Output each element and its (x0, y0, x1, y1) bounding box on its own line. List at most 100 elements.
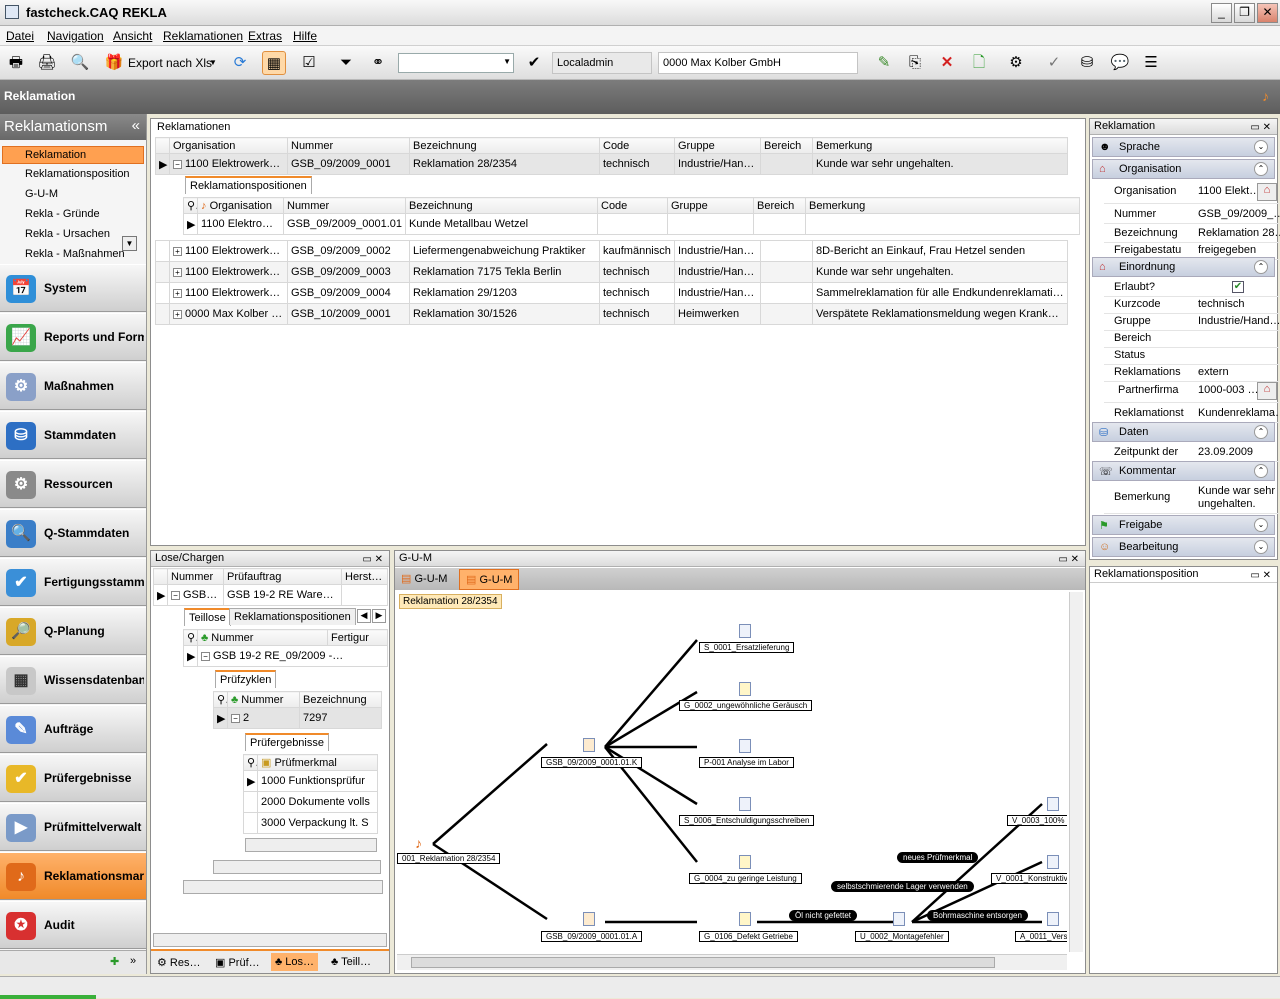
col-bereich[interactable]: Bereich (753, 197, 806, 214)
print-preview-icon[interactable]: 🖨 (35, 51, 59, 75)
col-pruefauftrag[interactable]: Prüfauftrag (223, 568, 342, 585)
table-row[interactable]: ▶ 1100 Elektrow… GSB_09/2009_0001.01 Kunde … (183, 213, 1080, 235)
node-v1[interactable]: V_0001_Konstruktive (991, 873, 1067, 884)
tab-res[interactable]: ⚙ Res… (157, 956, 200, 969)
scrollbar-h[interactable] (397, 954, 1067, 970)
menu-reklamationen[interactable]: Reklamationen (163, 29, 243, 43)
database-icon[interactable]: ⛁ (1075, 51, 1099, 75)
nav-system[interactable]: 📅 System (0, 264, 146, 312)
menu-datei[interactable]: Datei (6, 29, 34, 43)
warning-doc-icon[interactable] (739, 912, 751, 926)
table-row[interactable]: 3000 Verpackung lt. S (243, 812, 378, 834)
col-bezeichnung[interactable]: Bezeichnung (299, 691, 382, 708)
table-row[interactable]: ▶ − GSB 19-2 RE_09/2009 -… (183, 645, 388, 667)
info-doc-icon[interactable] (893, 912, 905, 926)
prop-bemerkung[interactable]: Bemerkung Kunde war sehr ungehalten. (1104, 482, 1279, 514)
erlaubt-checkbox[interactable]: ✔ (1232, 281, 1244, 293)
panel-close-icon[interactable]: ▭ ✕ (1250, 568, 1271, 583)
position-node-icon[interactable] (583, 738, 595, 752)
collapse-icon[interactable]: ⌃ (1254, 425, 1268, 439)
tab-los[interactable]: ♣ Los… (271, 953, 319, 971)
panel-close-icon[interactable]: ▭ ✕ (362, 552, 383, 567)
grid-view-icon[interactable]: ▦ (262, 51, 286, 75)
nav-wissensdatenbank[interactable]: ▦ Wissensdatenban (0, 656, 146, 704)
search-combo[interactable]: ▼ (398, 53, 514, 73)
col-herstellm[interactable]: Herstellm (341, 568, 388, 585)
nav-pruefmittel[interactable]: ▶ Prüfmittelverwalt (0, 803, 146, 851)
menu-hilfe[interactable]: Hilfe (293, 29, 317, 43)
node-s1[interactable]: S_0001_Ersatzlieferung (699, 642, 795, 653)
scroll-down-icon[interactable]: ▼ (122, 236, 137, 251)
sidebar-item-ursachen[interactable]: Rekla - Ursachen (25, 228, 110, 240)
table-row[interactable]: ▶ −1100 Elektrowerk… GSB_09/2009_0001 Rekla… (155, 153, 1068, 175)
warning-doc-icon[interactable] (739, 682, 751, 696)
table-row[interactable]: +0000 Max Kolber … GSB_10/2009_0001 Reklam… (155, 303, 1068, 325)
task-icon[interactable]: ✔ (522, 51, 546, 75)
filter-icon[interactable]: ⏷ (334, 51, 358, 75)
scrollbar-h[interactable] (153, 933, 387, 947)
group-einordnung[interactable]: ⌂ Einordnung ⌃ (1092, 257, 1275, 277)
col-nummer[interactable]: Nummer (287, 137, 410, 154)
node-v3[interactable]: V_0003_100% P (1007, 815, 1067, 826)
col-nummer[interactable]: Nummer (167, 568, 224, 585)
menu-ansicht[interactable]: Ansicht (113, 29, 152, 43)
nav-reklamationsmanagement[interactable]: ♪ Reklamationsmar (0, 852, 146, 900)
nav-q-stammdaten[interactable]: 🔍 Q-Stammdaten (0, 509, 146, 557)
copy-icon[interactable]: ⎘ (903, 51, 927, 75)
prop-reklamationstyp[interactable]: Reklamationst Kundenreklama… (1104, 404, 1280, 423)
col-organisation[interactable]: Organisation (210, 200, 272, 212)
prop-partnerfirma[interactable]: Partnerfirma 1000-003 … ⌂ (1104, 381, 1279, 403)
export-xls-button[interactable]: Export nach Xls (128, 56, 212, 70)
node-g106[interactable]: G_0106_Defekt Getriebe (699, 931, 798, 942)
tab-next-icon[interactable]: ▶ (372, 609, 386, 623)
tab-teillose[interactable]: Teillose (184, 608, 231, 626)
prop-reklamationsart[interactable]: Reklamations extern (1104, 363, 1279, 382)
group-daten[interactable]: ⛁ Daten ⌃ (1092, 422, 1275, 442)
company-field[interactable]: 0000 Max Kolber GmbH (658, 52, 858, 74)
tab-prev-icon[interactable]: ◀ (357, 609, 371, 623)
sidebar-item-massnahmen[interactable]: Rekla - Maßnahmen (25, 248, 125, 260)
node-a11[interactable]: A_0011_Versc (1015, 931, 1067, 942)
collapse-icon[interactable]: « (132, 117, 140, 134)
node-p1[interactable]: P-001 Analyse im Labor (699, 757, 794, 768)
nav-audit[interactable]: ✪ Audit (0, 901, 146, 949)
doc-icon[interactable] (739, 739, 751, 753)
node-g4[interactable]: G_0004_zu geringe Leistung (689, 873, 802, 884)
user-field[interactable]: Localadmin (552, 52, 652, 74)
table-row[interactable]: 2000 Dokumente volls (243, 791, 378, 813)
tab-gum-2[interactable]: ▤ G-U-M (459, 569, 520, 590)
nav-fertigungsstamm[interactable]: ✔ Fertigungsstamm (0, 558, 146, 606)
more-icon[interactable]: » (130, 955, 136, 967)
collapse-icon[interactable]: ⌃ (1254, 464, 1268, 478)
position-node-icon[interactable] (583, 912, 595, 926)
table-row[interactable]: ▶ 1000 Funktionsprüfur (243, 770, 378, 792)
comment-bubble[interactable]: Öl nicht gefettet (789, 910, 858, 921)
doc-icon[interactable] (739, 624, 751, 638)
comment-bubble[interactable]: selbstschmierende Lager verwenden (831, 881, 974, 892)
doc-icon[interactable] (1047, 855, 1059, 869)
group-sprache[interactable]: ☻ Sprache ⌄ (1092, 137, 1275, 157)
node-u2[interactable]: U_0002_Montagefehler (855, 931, 949, 942)
expand-icon[interactable]: + (173, 267, 182, 277)
col-nummer[interactable]: Nummer (283, 197, 406, 214)
refresh-icon[interactable]: ⟳ (228, 51, 252, 75)
nav-q-planung[interactable]: 🔎 Q-Planung (0, 607, 146, 655)
table-row[interactable]: +1100 Elektrowerk… GSB_09/2009_0002 Liefer… (155, 240, 1068, 262)
tab-reklamationspositionen[interactable]: Reklamationspositionen (185, 176, 312, 194)
doc-icon[interactable] (739, 797, 751, 811)
lookup-button[interactable]: ⌂ (1257, 382, 1277, 400)
col-gruppe[interactable]: Gruppe (667, 197, 754, 214)
collapse-icon[interactable]: − (171, 590, 180, 600)
export-icon[interactable]: 🎁 (102, 51, 126, 75)
col-fertigung[interactable]: Fertigur (327, 629, 388, 646)
collapse-icon[interactable]: − (231, 713, 240, 723)
table-row[interactable]: +1100 Elektrowerk… GSB_09/2009_0003 Reklam… (155, 261, 1068, 283)
node-pos-a[interactable]: GSB_09/2009_0001.01.A (541, 931, 643, 942)
close-button[interactable]: ✕ (1257, 3, 1278, 23)
collapse-icon[interactable]: − (201, 651, 210, 661)
col-organisation[interactable]: Organisation (169, 137, 288, 154)
approve-icon[interactable]: ✓ (1042, 51, 1066, 75)
binoculars-icon[interactable]: ⚭ (366, 51, 390, 75)
expand-icon[interactable]: ⌄ (1254, 518, 1268, 532)
col-pruefmerkmal[interactable]: Prüfmerkmal (274, 757, 336, 769)
